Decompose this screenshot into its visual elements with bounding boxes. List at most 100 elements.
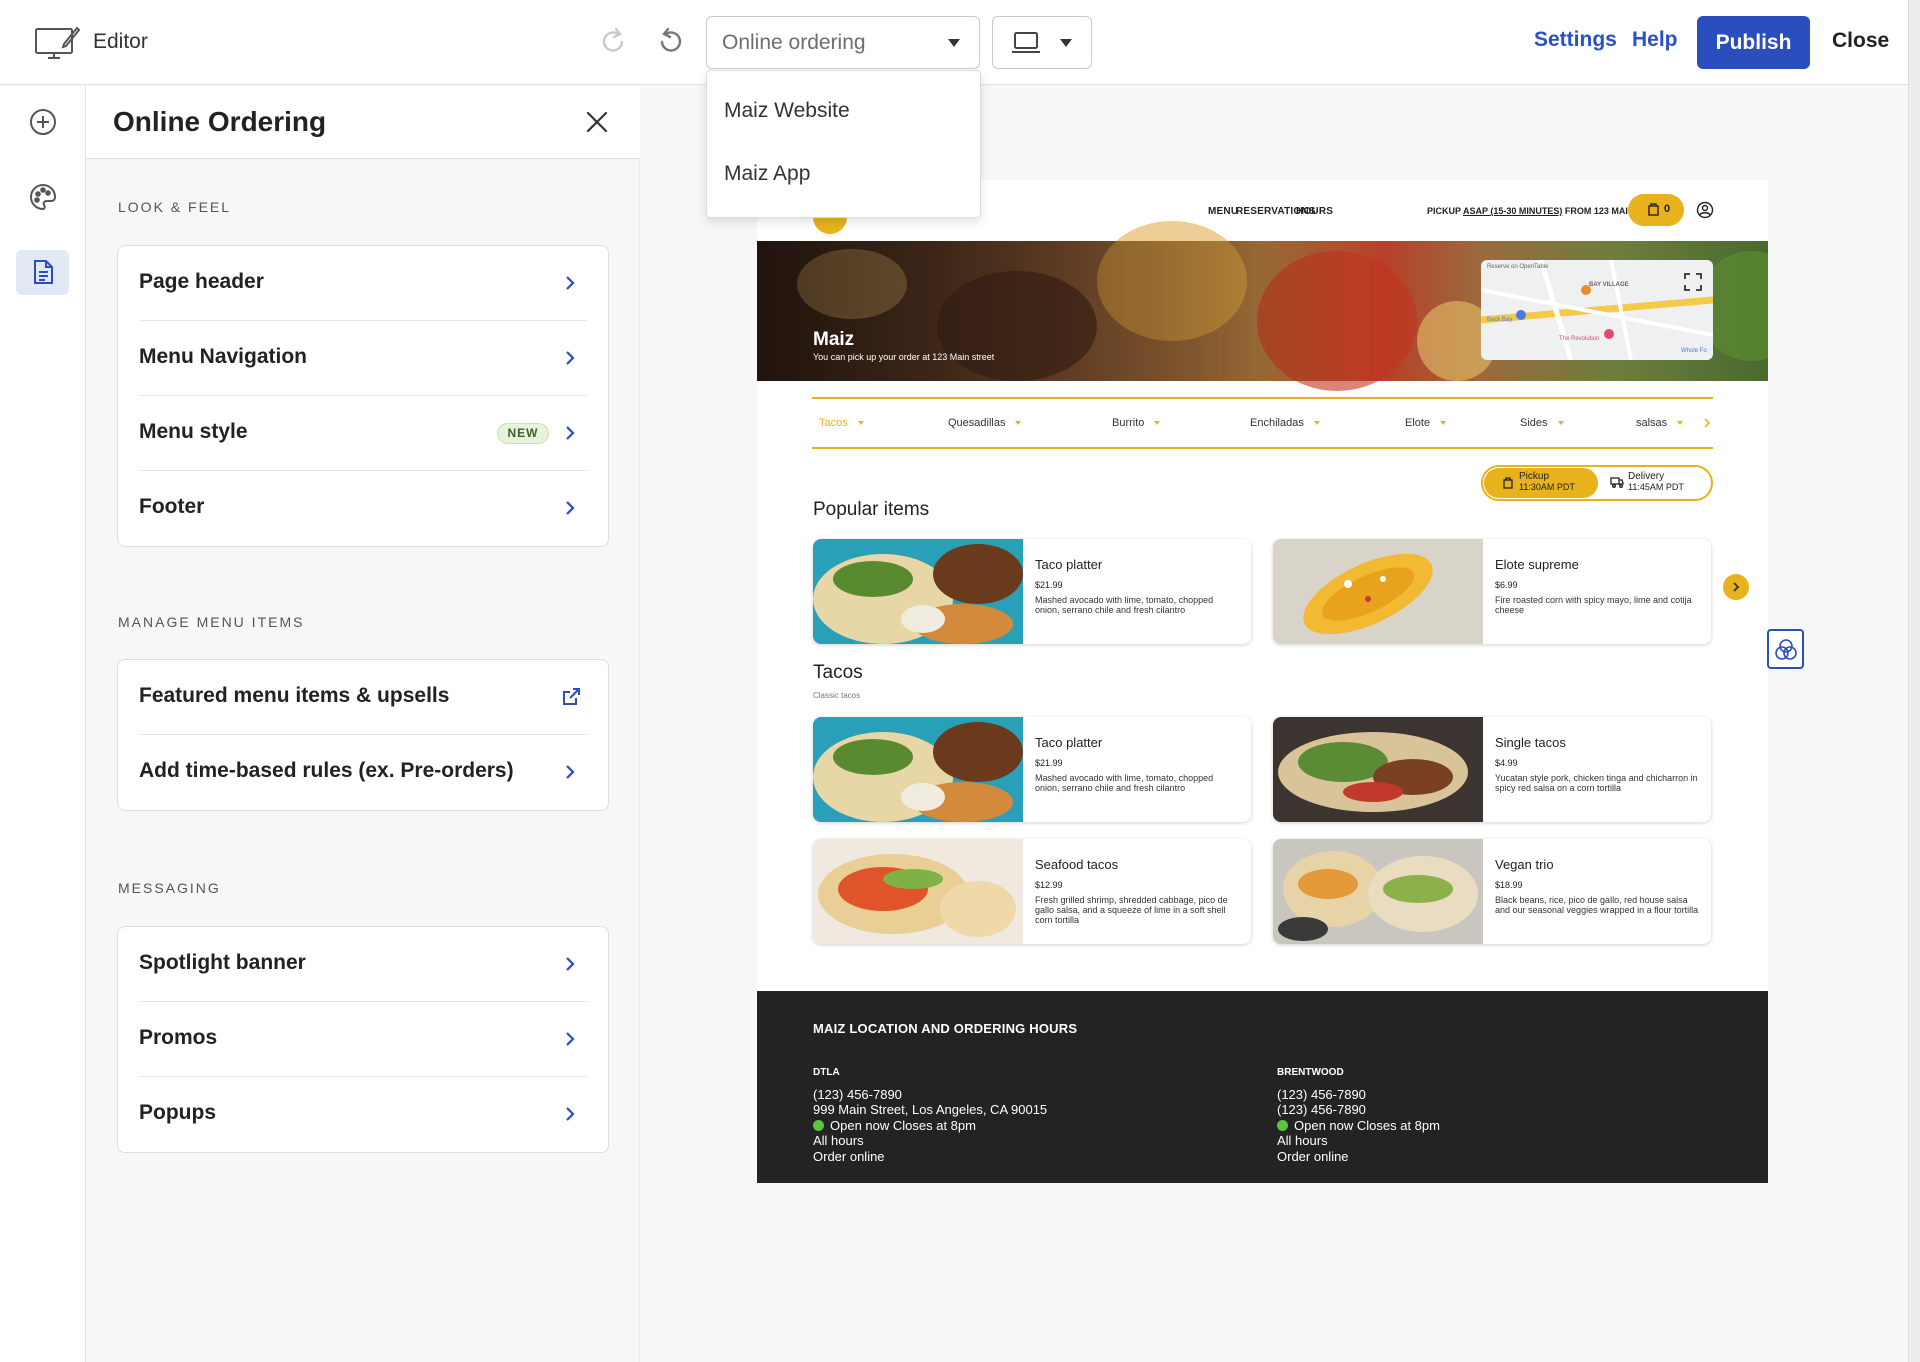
delivery-icon bbox=[1610, 477, 1624, 488]
category-elote[interactable]: Elote bbox=[1405, 417, 1446, 429]
item-name: Elote supreme bbox=[1495, 557, 1579, 572]
look-feel-card: Page header Menu Navigation Menu style N… bbox=[117, 245, 609, 547]
category-tacos[interactable]: Tacos bbox=[819, 417, 864, 429]
site-footer[interactable]: MAIZ LOCATION AND ORDERING HOURS DTLA (1… bbox=[757, 991, 1768, 1183]
location-hours-link[interactable]: All hours bbox=[813, 1133, 1213, 1149]
page-select-menu: Maiz Website Maiz App bbox=[706, 70, 981, 218]
page-icon bbox=[33, 260, 53, 284]
item-description: Fresh grilled shrimp, shredded cabbage, … bbox=[1035, 895, 1228, 925]
location-hours-link[interactable]: All hours bbox=[1277, 1133, 1677, 1149]
redo-icon[interactable] bbox=[598, 26, 630, 58]
row-menu-style[interactable]: Menu style NEW bbox=[139, 396, 587, 471]
page-select[interactable]: Online ordering bbox=[706, 16, 980, 69]
single-tacos-image bbox=[1273, 717, 1483, 822]
row-label: Footer bbox=[139, 495, 205, 518]
menu-item-card[interactable]: Taco platter $21.99 Mashed avocado with … bbox=[813, 539, 1251, 644]
item-description: Mashed avocado with lime, tomato, choppe… bbox=[1035, 595, 1214, 615]
close-icon[interactable] bbox=[585, 110, 609, 134]
menu-item-card[interactable]: Single tacos $4.99 Yucatan style pork, c… bbox=[1273, 717, 1711, 822]
row-menu-navigation[interactable]: Menu Navigation bbox=[139, 321, 587, 396]
close-button[interactable]: Close bbox=[1832, 29, 1889, 53]
publish-button[interactable]: Publish bbox=[1697, 16, 1810, 69]
row-label: Menu Navigation bbox=[139, 345, 308, 368]
device-select[interactable] bbox=[992, 16, 1092, 69]
menu-item-card[interactable]: Elote supreme $6.99 Fire roasted corn wi… bbox=[1273, 539, 1711, 644]
editor-label: Editor bbox=[93, 30, 148, 53]
menu-item-card[interactable]: Seafood tacos $12.99 Fresh grilled shrim… bbox=[813, 839, 1251, 944]
category-enchiladas[interactable]: Enchiladas bbox=[1250, 417, 1320, 429]
location-order-link[interactable]: Order online bbox=[1277, 1149, 1677, 1165]
palette-icon bbox=[29, 183, 56, 211]
help-link[interactable]: Help bbox=[1632, 28, 1678, 52]
location-phone-2[interactable]: (123) 456-7890 bbox=[1277, 1102, 1677, 1118]
chevron-right-icon bbox=[566, 957, 575, 971]
chevron-right-icon[interactable] bbox=[1703, 417, 1711, 429]
add-element-button[interactable] bbox=[16, 100, 69, 145]
panel-title: Online Ordering bbox=[113, 106, 327, 137]
row-footer[interactable]: Footer bbox=[139, 471, 587, 546]
chevron-right-icon bbox=[566, 765, 575, 779]
carousel-next-button[interactable] bbox=[1723, 574, 1749, 600]
menu-item-maiz-website[interactable]: Maiz Website bbox=[724, 99, 850, 123]
undo-icon[interactable] bbox=[654, 26, 686, 58]
pages-button[interactable] bbox=[16, 250, 69, 295]
category-quesadillas[interactable]: Quesadillas bbox=[948, 417, 1021, 429]
row-label: Page header bbox=[139, 270, 264, 293]
item-description: Yucatan style pork, chicken tinga and ch… bbox=[1495, 773, 1698, 793]
item-price: $4.99 bbox=[1495, 758, 1518, 768]
chevron-right-icon bbox=[566, 501, 575, 515]
location-name: DTLA bbox=[813, 1067, 840, 1078]
cart-button[interactable]: 0 bbox=[1628, 194, 1684, 226]
panel-header: Online Ordering bbox=[86, 86, 640, 159]
menu-item-card[interactable]: Taco platter $21.99 Mashed avocado with … bbox=[813, 717, 1251, 822]
location-name: BRENTWOOD bbox=[1277, 1067, 1344, 1078]
hero-banner[interactable]: Maiz You can pick up your order at 123 M… bbox=[757, 221, 1768, 391]
row-page-header[interactable]: Page header bbox=[139, 246, 587, 321]
settings-link[interactable]: Settings bbox=[1534, 28, 1617, 52]
menu-item-card[interactable]: Vegan trio $18.99 Black beans, rice, pic… bbox=[1273, 839, 1711, 944]
location-open-status: Open now Closes at 8pm bbox=[813, 1118, 1213, 1134]
row-spotlight-banner[interactable]: Spotlight banner bbox=[139, 927, 587, 1002]
pickup-prefix: PICKUP bbox=[1427, 206, 1461, 216]
location-phone[interactable]: (123) 456-7890 bbox=[813, 1087, 1213, 1103]
bag-icon bbox=[1648, 203, 1659, 216]
chevron-right-icon bbox=[566, 426, 575, 440]
row-popups[interactable]: Popups bbox=[139, 1077, 587, 1152]
row-time-based-rules[interactable]: Add time-based rules (ex. Pre-orders) bbox=[139, 735, 587, 810]
theme-button[interactable] bbox=[16, 175, 69, 220]
delivery-label[interactable]: Delivery 11:45AM PDT bbox=[1628, 472, 1684, 493]
scrollbar[interactable] bbox=[1908, 0, 1920, 1362]
chevron-right-icon bbox=[566, 1107, 575, 1121]
location-address: 999 Main Street, Los Angeles, CA 90015 bbox=[813, 1102, 1048, 1117]
site-nav-menu[interactable]: MENU bbox=[1208, 206, 1238, 217]
category-burrito[interactable]: Burrito bbox=[1112, 417, 1160, 429]
location-map[interactable]: Reserve on OpenTable BAY VILLAGE Back Ba… bbox=[1481, 260, 1713, 360]
location-block: BRENTWOOD (123) 456-7890 (123) 456-7890 … bbox=[1277, 1065, 1677, 1164]
chevron-right-icon bbox=[566, 351, 575, 365]
row-featured-items[interactable]: Featured menu items & upsells bbox=[139, 660, 587, 735]
user-icon[interactable] bbox=[1696, 201, 1714, 219]
location-order-link[interactable]: Order online bbox=[813, 1149, 1213, 1165]
taco-platter-image bbox=[813, 717, 1023, 822]
item-name: Vegan trio bbox=[1495, 857, 1554, 872]
menu-item-maiz-app[interactable]: Maiz App bbox=[724, 162, 810, 186]
editor-icon bbox=[35, 26, 80, 59]
row-promos[interactable]: Promos bbox=[139, 1002, 587, 1077]
map-label: BAY VILLAGE bbox=[1589, 282, 1629, 288]
expand-icon[interactable] bbox=[1683, 272, 1703, 292]
category-salsas[interactable]: salsas bbox=[1636, 417, 1683, 429]
accessibility-widget-button[interactable] bbox=[1767, 629, 1804, 669]
fulfillment-toggle[interactable]: Pickup 11:30AM PDT Delivery 11:45AM PDT bbox=[1481, 465, 1713, 501]
online-ordering-panel: Online Ordering LOOK & FEEL Page header … bbox=[86, 86, 640, 1362]
location-phone[interactable]: (123) 456-7890 bbox=[1277, 1087, 1677, 1103]
map-label: Reserve on OpenTable bbox=[1487, 264, 1549, 270]
section-label-look-feel: LOOK & FEEL bbox=[118, 199, 232, 215]
new-badge: NEW bbox=[497, 423, 549, 444]
elote-image bbox=[1273, 539, 1483, 644]
site-preview[interactable]: MENU RESERVATIONS HOURS PICKUP ASAP (15-… bbox=[757, 180, 1768, 1183]
location-block: DTLA (123) 456-7890 999 Main Street, Los… bbox=[813, 1065, 1213, 1164]
site-nav-hours[interactable]: HOURS bbox=[1296, 206, 1333, 217]
category-sides[interactable]: Sides bbox=[1520, 417, 1564, 429]
popular-items-heading: Popular items bbox=[813, 499, 930, 520]
item-name: Taco platter bbox=[1035, 735, 1103, 750]
